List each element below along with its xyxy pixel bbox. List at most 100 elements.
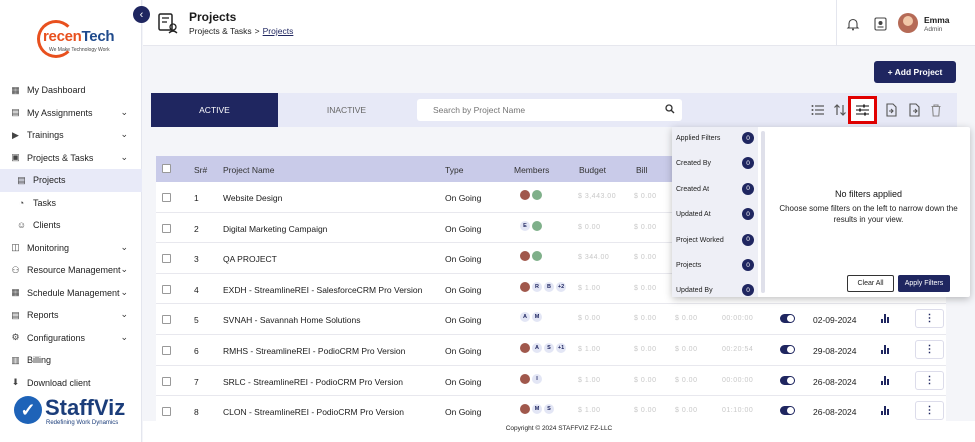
row-sr: 1	[194, 193, 199, 203]
row-project-name[interactable]: RMHS - StreamlineREI - PodioCRM Pro Vers…	[223, 346, 405, 356]
filter-item-updated-at[interactable]: Updated At 0	[676, 203, 756, 228]
sidebar-item-projects-tasks[interactable]: ▣ Projects & Tasks ⌄	[0, 147, 142, 170]
sidebar-item-monitoring[interactable]: ◫ Monitoring ⌄	[0, 237, 142, 260]
sidebar-item-resource-management[interactable]: ⚇ Resource Management ⌄	[0, 259, 142, 282]
report-chart-icon[interactable]	[881, 406, 890, 416]
row-members[interactable]	[520, 190, 542, 200]
sidebar-item-configurations[interactable]: ⚙ Configurations ⌄	[0, 327, 142, 350]
filter-item-applied-filters[interactable]: Applied Filters 0	[676, 127, 756, 152]
report-chart-icon[interactable]	[881, 314, 890, 324]
col-project-name[interactable]: Project Name	[223, 165, 275, 175]
search-icon[interactable]	[665, 104, 675, 114]
user-name[interactable]: Emma	[924, 15, 950, 25]
sidebar-item-my-dashboard[interactable]: ▦ My Dashboard	[0, 79, 142, 102]
col-budget[interactable]: Budget	[579, 165, 606, 175]
filter-item-project-worked[interactable]: Project Worked 0	[676, 229, 756, 254]
filter-item-updated-by[interactable]: Updated By 0	[676, 279, 756, 297]
add-project-button[interactable]: + Add Project	[874, 61, 956, 83]
bell-icon[interactable]	[846, 17, 860, 31]
sidebar-item-billing[interactable]: ▥ Billing	[0, 349, 142, 372]
tab-inactive[interactable]: INACTIVE	[283, 93, 410, 127]
row-project-name[interactable]: EXDH - StreamlineREI - SalesforceCRM Pro…	[223, 285, 422, 295]
sidebar-item-download-client[interactable]: ⬇ Download client	[0, 372, 142, 395]
collapse-sidebar-button[interactable]: ‹	[133, 6, 150, 23]
filter-scrollbar[interactable]	[761, 131, 765, 293]
row-project-name[interactable]: QA PROJECT	[223, 254, 277, 264]
col-sr[interactable]: Sr#	[194, 165, 207, 175]
row-checkbox[interactable]	[162, 254, 171, 264]
filter-item-projects[interactable]: Projects 0	[676, 254, 756, 279]
filter-item-created-by[interactable]: Created By 0	[676, 152, 756, 177]
row-members[interactable]: A S +1	[520, 343, 566, 353]
table-row[interactable]: 5 SVNAH - Savannah Home Solutions On Going…	[156, 304, 946, 335]
row-project-name[interactable]: SRLC - StreamlineREI - PodioCRM Pro Vers…	[223, 377, 403, 387]
sidebar-item-my-assignments[interactable]: ▤ My Assignments ⌄	[0, 102, 142, 125]
clear-all-button[interactable]: Clear All	[847, 275, 894, 292]
member-avatar	[520, 251, 530, 262]
apply-filters-button[interactable]: Apply Filters	[898, 275, 950, 292]
row-actions-button[interactable]: ⋮	[915, 340, 944, 359]
import-icon[interactable]	[884, 103, 898, 117]
row-members[interactable]: R B +2	[520, 281, 566, 292]
row-checkbox[interactable]	[162, 193, 171, 202]
report-chart-icon[interactable]	[881, 345, 890, 354]
row-members[interactable]	[520, 251, 542, 262]
row-project-name[interactable]: Website Design	[223, 193, 282, 203]
breadcrumb-separator: >	[254, 26, 260, 36]
sidebar-item-clients[interactable]: ☺ Clients	[0, 214, 142, 237]
status-toggle[interactable]	[780, 314, 795, 324]
row-project-name[interactable]: SVNAH - Savannah Home Solutions	[223, 315, 361, 325]
tab-active[interactable]: ACTIVE	[151, 93, 278, 127]
brand-tagline: Redefining Work Dynamics	[46, 420, 119, 426]
delete-icon[interactable]	[929, 103, 943, 117]
no-filters-title: No filters applied	[834, 189, 903, 199]
row-checkbox[interactable]	[162, 346, 171, 355]
filter-button[interactable]	[848, 96, 877, 124]
user-avatar[interactable]	[898, 13, 918, 33]
row-actions-button[interactable]: ⋮	[915, 401, 944, 421]
row-members[interactable]: MS	[520, 404, 554, 415]
row-budget: $ 344.00	[578, 254, 610, 262]
row-members[interactable]: I	[520, 373, 542, 384]
row-project-name[interactable]: CLON - StreamlineREI - PodioCRM Pro Vers…	[223, 407, 404, 417]
export-icon[interactable]	[907, 103, 921, 117]
row-checkbox[interactable]	[162, 315, 171, 325]
row-sr: 3	[194, 254, 199, 265]
table-row[interactable]: 6 RMHS - StreamlineREI - PodioCRM Pro Ver…	[156, 335, 946, 366]
id-badge-icon[interactable]	[874, 17, 887, 31]
sidebar-item-schedule-management[interactable]: ▦ Schedule Management ⌄	[0, 282, 142, 305]
breadcrumb-current[interactable]: Projects	[263, 26, 294, 36]
table-row[interactable]: 7 SRLC - StreamlineREI - PodioCRM Pro Ver…	[156, 365, 946, 397]
sidebar-item-tasks[interactable]: ◔ Tasks	[0, 192, 142, 215]
filter-item-label: Updated By	[676, 287, 713, 295]
sidebar-item-projects[interactable]: ▤ Projects	[0, 169, 142, 192]
status-toggle[interactable]	[780, 345, 795, 354]
report-chart-icon[interactable]	[881, 375, 890, 385]
row-checkbox[interactable]	[162, 376, 171, 386]
sort-icon[interactable]	[833, 103, 847, 117]
row-members[interactable]: AM	[520, 312, 542, 323]
filter-item-label: Projects	[676, 262, 702, 269]
list-view-icon[interactable]	[811, 103, 825, 117]
row-checkbox[interactable]	[162, 284, 171, 294]
row-checkbox[interactable]	[162, 407, 171, 417]
filter-item-created-at[interactable]: Created At 0	[676, 178, 756, 203]
row-project-name[interactable]: Digital Marketing Campaign	[223, 224, 327, 234]
breadcrumb-parent[interactable]: Projects & Tasks	[189, 26, 252, 36]
member-avatar	[532, 220, 542, 231]
row-bill: $ 0.00	[634, 193, 657, 200]
row-actions-button[interactable]: ⋮	[915, 370, 944, 390]
search-input[interactable]	[417, 99, 682, 121]
select-all-checkbox[interactable]	[162, 164, 171, 173]
col-bill[interactable]: Bill	[636, 165, 647, 175]
col-type[interactable]: Type	[445, 165, 463, 175]
row-members[interactable]: E	[520, 220, 542, 231]
sidebar-item-reports[interactable]: ▤ Reports ⌄	[0, 304, 142, 327]
sidebar-item-trainings[interactable]: ▶ Trainings ⌄	[0, 124, 142, 147]
col-members[interactable]: Members	[514, 165, 549, 175]
status-toggle[interactable]	[780, 406, 795, 416]
status-toggle[interactable]	[780, 375, 795, 385]
member-avatar	[532, 251, 542, 262]
row-checkbox[interactable]	[162, 223, 171, 233]
row-actions-button[interactable]: ⋮	[915, 309, 944, 329]
